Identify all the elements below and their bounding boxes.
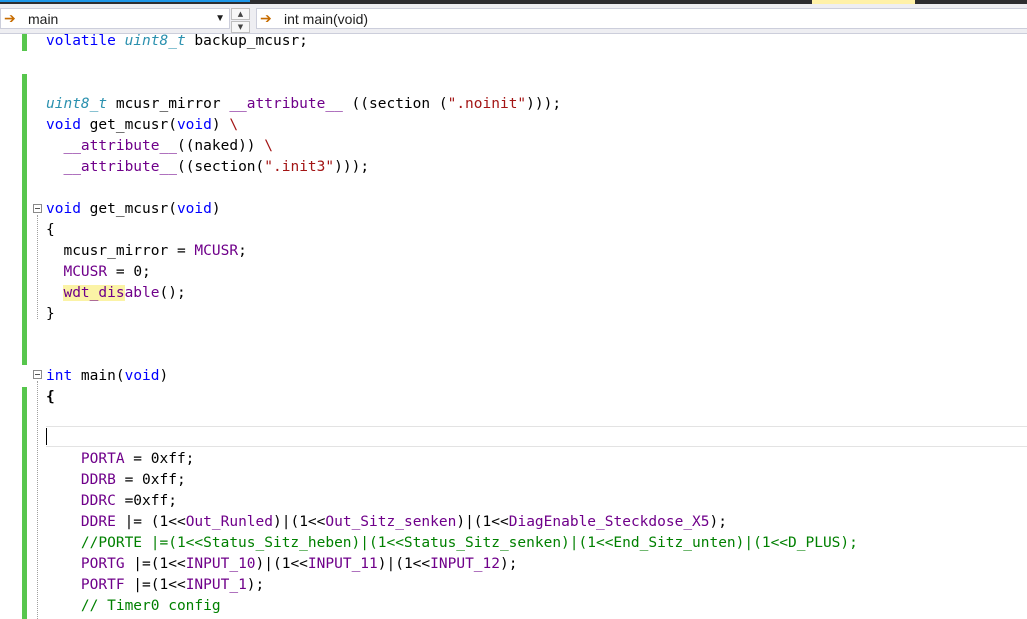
code-line[interactable]: MCUSR = 0;: [46, 262, 150, 283]
code-line[interactable]: PORTF |=(1<<INPUT_1);: [46, 575, 264, 596]
code-line[interactable]: void get_mcusr(void) \: [46, 115, 238, 136]
scope-label: main: [28, 11, 59, 27]
code-line[interactable]: __attribute__((naked)) \: [46, 136, 273, 157]
member-dropdown[interactable]: ➔ int main(void): [256, 8, 1027, 29]
code-line[interactable]: int main(void): [46, 366, 168, 387]
text-caret: [46, 428, 47, 445]
spin-up-icon[interactable]: ▲: [231, 8, 250, 20]
spin-down-icon[interactable]: ▼: [231, 21, 250, 33]
code-line[interactable]: PORTA = 0xff;: [46, 449, 195, 470]
scope-dropdown[interactable]: ➔ main ▼: [0, 8, 230, 29]
code-line[interactable]: {: [46, 387, 55, 408]
collapse-icon[interactable]: [33, 204, 42, 213]
code-line[interactable]: {: [46, 220, 55, 241]
active-tab-accent: [0, 0, 250, 2]
code-line[interactable]: DDRB = 0xff;: [46, 470, 186, 491]
code-line[interactable]: wdt_disable();: [46, 283, 186, 304]
code-line[interactable]: __attribute__((section(".init3")));: [46, 157, 369, 178]
navigation-spinner[interactable]: ▲ ▼: [231, 8, 250, 33]
code-comment-line[interactable]: // Timer0 config: [46, 596, 221, 617]
chevron-down-icon[interactable]: ▼: [215, 13, 225, 24]
navigation-bar: ➔ main ▼ ▲ ▼ ➔ int main(void): [0, 4, 1027, 34]
change-marker: [22, 34, 27, 51]
fold-guide: [37, 215, 38, 319]
code-line[interactable]: uint8_t mcusr_mirror __attribute__ ((sec…: [46, 94, 561, 115]
code-line[interactable]: PORTG |=(1<<INPUT_10)|(1<<INPUT_11)|(1<<…: [46, 554, 518, 575]
code-line[interactable]: DDRE |= (1<<Out_Runled)|(1<<Out_Sitz_sen…: [46, 512, 727, 533]
change-marker: [22, 74, 27, 365]
code-line[interactable]: }: [46, 304, 55, 325]
code-line[interactable]: volatile uint8_t backup_mcusr;: [46, 34, 308, 52]
code-line[interactable]: DDRC =0xff;: [46, 491, 177, 512]
code-editor[interactable]: volatile uint8_t backup_mcusr; uint8_t m…: [0, 34, 1027, 619]
fold-guide: [37, 381, 38, 619]
current-line-highlight: [46, 426, 1027, 447]
code-comment-line[interactable]: //PORTE |=(1<<Status_Sitz_heben)|(1<<Sta…: [46, 533, 858, 554]
code-line[interactable]: mcusr_mirror = MCUSR;: [46, 241, 246, 262]
collapse-icon[interactable]: [33, 370, 42, 379]
code-line[interactable]: void get_mcusr(void): [46, 199, 221, 220]
member-label: int main(void): [284, 11, 369, 27]
arrow-right-icon: ➔: [260, 10, 272, 26]
change-marker: [22, 387, 27, 619]
arrow-right-icon: ➔: [4, 10, 16, 26]
